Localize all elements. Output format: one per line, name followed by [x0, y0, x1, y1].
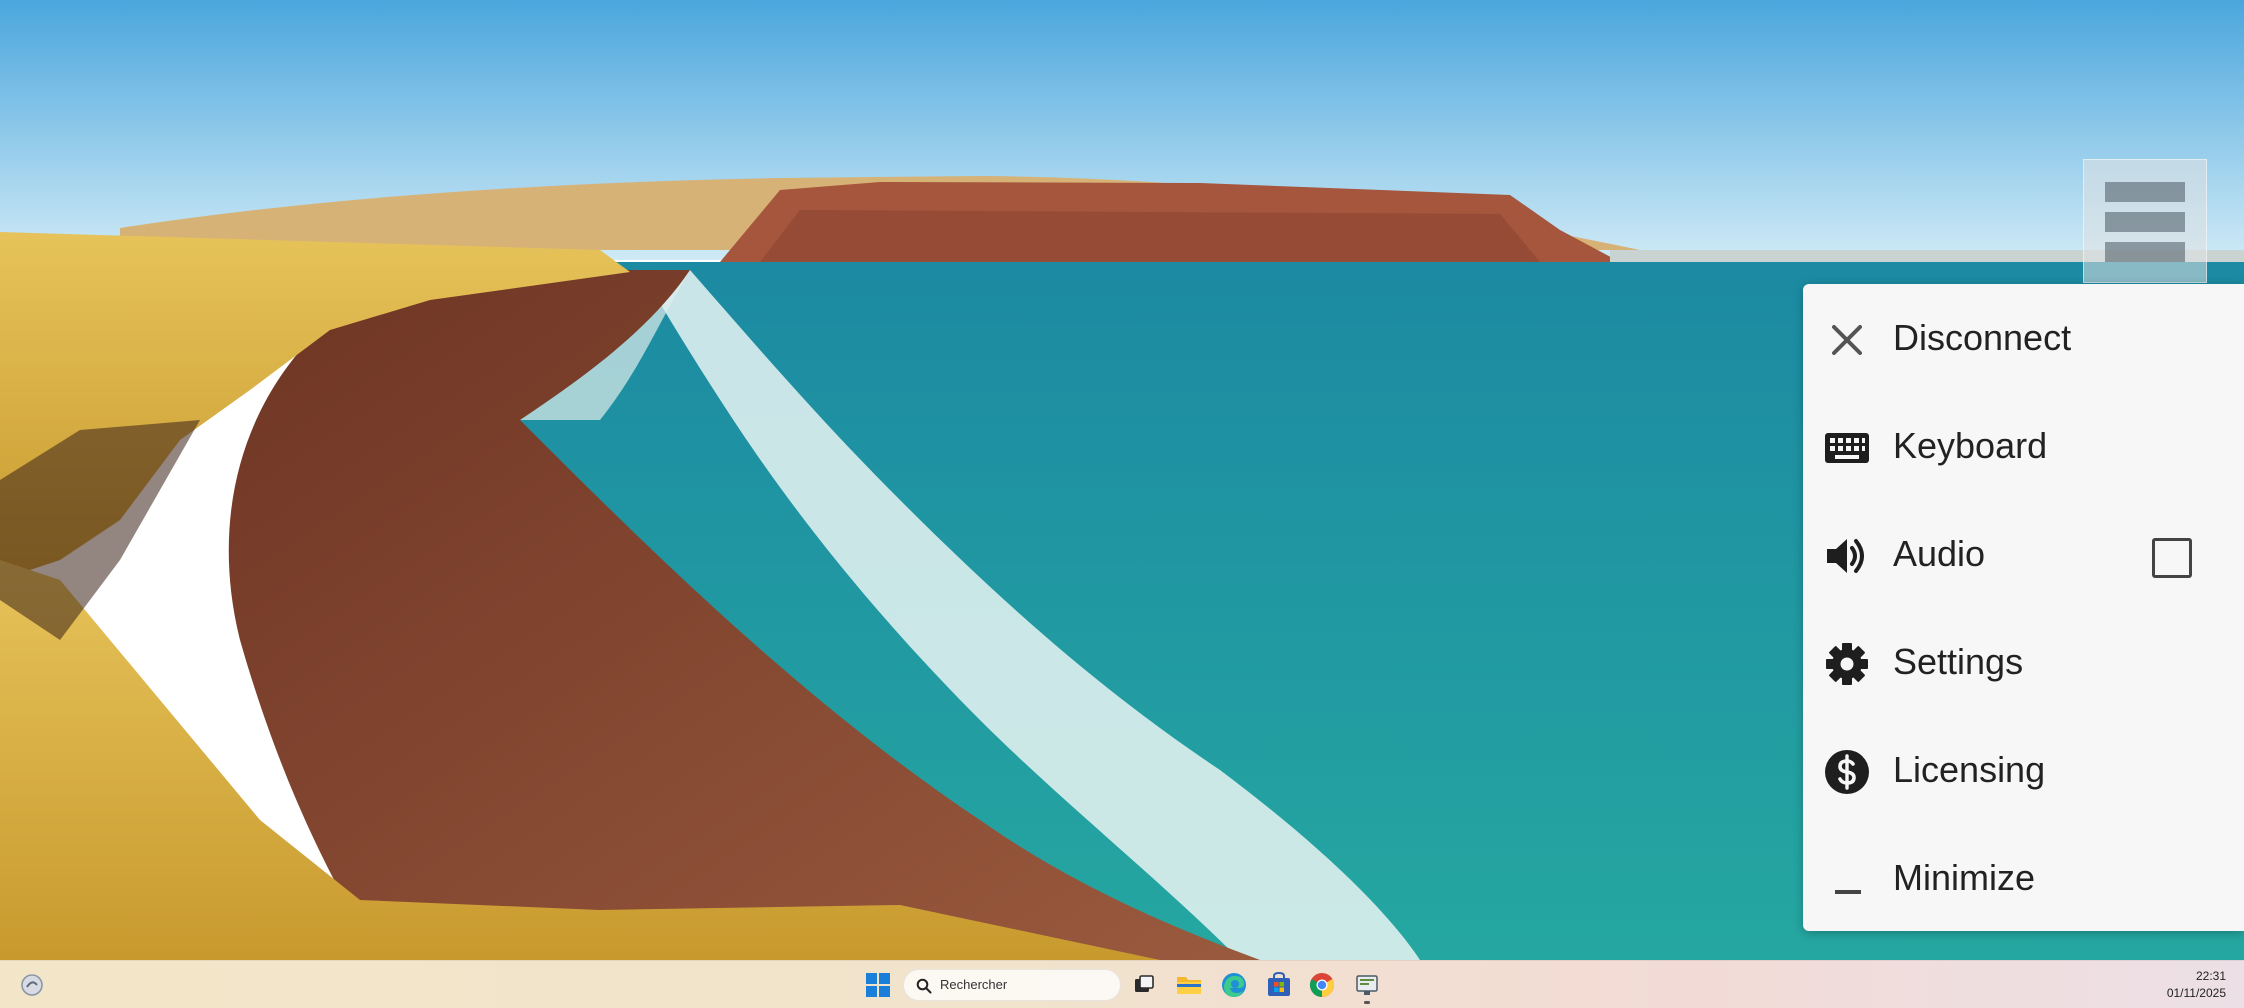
volume-icon	[1823, 532, 1871, 580]
hamburger-bar	[2105, 242, 2185, 262]
chrome-icon[interactable]	[1304, 967, 1340, 1003]
dollar-icon	[1823, 748, 1871, 796]
keyboard-icon	[1823, 424, 1871, 472]
file-explorer-icon[interactable]	[1171, 967, 1207, 1003]
menu-item-label: Settings	[1893, 641, 2024, 682]
clock-date: 01/11/2025	[2166, 986, 2226, 1000]
menu-toggle-button[interactable]	[2083, 159, 2207, 283]
menu-item-minimize[interactable]: Minimize	[1803, 824, 2244, 932]
menu-item-label: Disconnect	[1893, 317, 2072, 358]
menu-item-label: Audio	[1893, 533, 1986, 574]
edge-icon[interactable]	[1216, 967, 1252, 1003]
system-clock[interactable]: 22:31 01/11/2025	[2167, 968, 2226, 1002]
task-view-icon[interactable]	[1126, 967, 1162, 1003]
audio-checkbox[interactable]	[2152, 538, 2192, 578]
taskbar: Rechercher 22:31 01/11/2025	[0, 960, 2244, 1008]
menu-item-audio[interactable]: Audio	[1803, 500, 2244, 608]
session-menu: Disconnect Keyboard Audio Settings Licen…	[1803, 284, 2244, 931]
start-icon[interactable]	[860, 967, 896, 1003]
search-input[interactable]: Rechercher	[903, 969, 1121, 1001]
menu-item-label: Minimize	[1893, 857, 2036, 898]
menu-item-label: Licensing	[1893, 749, 2046, 790]
search-icon	[916, 978, 932, 994]
remote-app-icon[interactable]	[1349, 967, 1385, 1004]
search-placeholder: Rechercher	[940, 977, 1008, 992]
store-icon[interactable]	[1261, 967, 1297, 1003]
hamburger-bar	[2105, 182, 2185, 202]
hamburger-bar	[2105, 212, 2185, 232]
menu-item-disconnect[interactable]: Disconnect	[1803, 284, 2244, 392]
menu-item-label: Keyboard	[1893, 425, 2048, 466]
menu-item-keyboard[interactable]: Keyboard	[1803, 392, 2244, 500]
clock-time: 22:31	[2195, 969, 2226, 983]
menu-item-licensing[interactable]: Licensing	[1803, 716, 2244, 824]
menu-item-settings[interactable]: Settings	[1803, 608, 2244, 716]
gear-icon	[1823, 640, 1871, 688]
active-indicator	[1364, 1001, 1370, 1004]
widgets-icon[interactable]	[14, 967, 50, 1003]
remote-desktop-screen: Disconnect Keyboard Audio Settings Licen…	[0, 0, 2244, 1008]
minimize-icon	[1823, 856, 1871, 904]
close-icon	[1823, 316, 1871, 364]
